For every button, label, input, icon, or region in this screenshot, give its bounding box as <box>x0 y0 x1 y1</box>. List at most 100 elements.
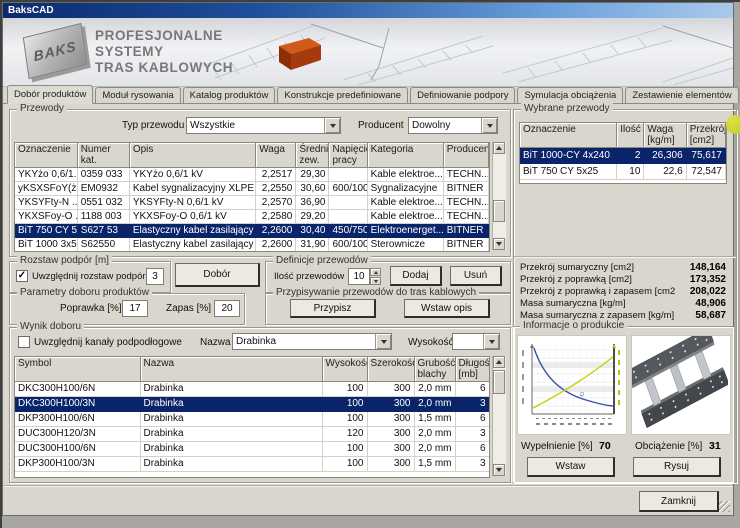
nazwa-select[interactable]: Drabinka <box>232 333 392 350</box>
definicje-legend: Definicje przewodów <box>273 255 371 266</box>
table-row[interactable]: DKP300H100/3NDrabinka1003001,5 mm3 <box>15 457 489 472</box>
przypisz-button[interactable]: Przypisz <box>290 299 376 318</box>
stat-label: Przekrój sumaryczny [cm2] <box>520 262 634 273</box>
table-row[interactable]: DUC300H120/3NDrabinka1203002,0 mm3 <box>15 427 489 442</box>
tab-modul-rysowania[interactable]: Moduł rysowania <box>95 87 180 103</box>
table-row[interactable]: DKC300H100/3NDrabinka1003002,0 mm3 <box>15 397 489 412</box>
column-header[interactable]: Napięcie pracy <box>329 143 367 168</box>
scroll-up-icon[interactable] <box>493 356 505 368</box>
usun-button[interactable]: Usuń <box>450 266 502 286</box>
wysokosc-select[interactable] <box>452 333 500 350</box>
spinner-down-icon[interactable] <box>370 277 381 285</box>
column-header[interactable]: Wysokość <box>322 357 367 382</box>
table-cell: TECHN... <box>443 196 488 210</box>
column-header[interactable]: Kategoria <box>367 143 443 168</box>
column-header[interactable]: Ilość <box>617 123 644 148</box>
product-chart: Q <box>517 335 627 435</box>
table-cell: 30,60 <box>296 182 329 196</box>
column-header[interactable]: Waga <box>256 143 296 168</box>
column-header[interactable]: Producent <box>443 143 488 168</box>
column-header[interactable]: Nazwa <box>140 357 322 382</box>
dobor-button[interactable]: Dobór <box>175 263 260 287</box>
tab-konstrukcje-predefiniowane[interactable]: Konstrukcje predefiniowane <box>277 87 408 103</box>
scrollbar-thumb[interactable] <box>493 200 505 222</box>
combo-value <box>453 334 483 349</box>
tab-dobor-produktow[interactable]: Dobór produktów <box>7 85 93 104</box>
column-header[interactable]: Przekrój [cm2] <box>686 123 725 148</box>
column-header[interactable]: Numer kat. <box>77 143 129 168</box>
column-header[interactable]: Oznaczenie <box>520 123 617 148</box>
producent-select[interactable]: Dowolny <box>408 117 498 134</box>
table-cell: TECHN... <box>443 210 488 224</box>
rozstaw-value-field[interactable] <box>146 268 164 285</box>
kanaly-checkbox[interactable] <box>18 336 30 348</box>
spinner-up-icon[interactable] <box>370 268 381 276</box>
table-row[interactable]: yKSXSFoY(ż...EM0932Kabel sygnalizacyjny … <box>15 182 489 196</box>
stat-label: Przekrój z poprawką i zapasem [cm2 <box>520 286 675 297</box>
przewody-legend: Przewody <box>17 103 67 114</box>
przewody-scrollbar[interactable] <box>492 142 506 250</box>
column-header[interactable]: Waga [kg/m] <box>644 123 686 148</box>
column-header[interactable]: Oznaczenie <box>15 143 77 168</box>
column-header[interactable]: Symbol <box>15 357 140 382</box>
informacje-legend: Informacje o produkcie <box>520 320 627 331</box>
table-row[interactable]: YKYżo 0,6/1...0359 033YKYżo 0,6/1 kV2,25… <box>15 168 489 182</box>
table-row[interactable]: BiT 1000-CY 4x240226,30675,617 <box>520 148 726 164</box>
ilosc-przewodow-field[interactable] <box>348 268 370 285</box>
table-row[interactable]: YKSYFty-N ...0551 032YKSYFty-N 0,6/1 kV2… <box>15 196 489 210</box>
check-icon: ✓ <box>18 270 26 281</box>
tab-zestawienie-elementow[interactable]: Zestawienie elementów <box>625 87 738 103</box>
dodaj-button[interactable]: Dodaj <box>390 266 442 286</box>
rozstaw-checkbox[interactable]: ✓ <box>16 270 28 282</box>
chevron-down-icon[interactable] <box>375 334 391 349</box>
wstaw-button[interactable]: Wstaw <box>527 457 615 477</box>
stat-value: 173,352 <box>690 274 726 285</box>
table-cell: 2,2550 <box>256 182 296 196</box>
table-cell: 72,547 <box>686 164 725 180</box>
wynik-scrollbar[interactable] <box>492 356 506 476</box>
poprawka-field[interactable] <box>122 300 148 317</box>
table-cell: Drabinka <box>140 397 322 412</box>
ilosc-przewodow-stepper[interactable] <box>370 268 381 285</box>
product-image <box>631 335 731 435</box>
wstaw-opis-button[interactable]: Wstaw opis <box>404 299 490 318</box>
chevron-down-icon[interactable] <box>324 118 340 133</box>
table-cell: Elastyczny kabel zasilający i ster... <box>129 238 255 252</box>
typ-przewodu-select[interactable]: Wszystkie <box>186 117 341 134</box>
chevron-down-icon[interactable] <box>483 334 499 349</box>
table-row[interactable]: BiT 750 CY 5x251022,672,547 <box>520 164 726 180</box>
stat-value: 208,022 <box>690 286 726 297</box>
tab-definiowanie-podpory[interactable]: Definiowanie podpory <box>410 87 515 103</box>
tab-symulacja-obciazenia[interactable]: Symulacja obciążenia <box>517 87 623 103</box>
table-cell: Kable elektroe... <box>367 210 443 224</box>
window-title-bar[interactable]: BaksCAD <box>3 3 733 18</box>
column-header[interactable]: Grubość blachy <box>414 357 455 382</box>
rysuj-button[interactable]: Rysuj <box>633 457 721 477</box>
table-cell: 0359 033 <box>77 168 129 182</box>
column-header[interactable]: Opis <box>129 143 255 168</box>
table-row[interactable]: BiT 750 CY 5...S627 53Elastyczny kabel z… <box>15 224 489 238</box>
resize-grip-icon[interactable] <box>719 501 730 512</box>
zamknij-button[interactable]: Zamknij <box>639 491 719 512</box>
tab-katalog-produktow[interactable]: Katalog produktów <box>183 87 276 103</box>
scroll-down-icon[interactable] <box>493 464 505 476</box>
column-header[interactable]: Średnica zew. <box>296 143 329 168</box>
wypelnienie-value: 70 <box>599 440 611 452</box>
zapas-field[interactable] <box>214 300 240 317</box>
scrollbar-thumb[interactable] <box>493 370 505 394</box>
scroll-down-icon[interactable] <box>493 238 505 250</box>
chevron-down-icon[interactable] <box>481 118 497 133</box>
table-row[interactable]: YKXSFoy-O ...1188 003YKXSFoy-O 0,6/1 kV2… <box>15 210 489 224</box>
column-header[interactable]: Szerokość <box>367 357 414 382</box>
scroll-up-icon[interactable] <box>493 142 505 154</box>
zapas-label: Zapas [%] <box>166 303 211 314</box>
table-row[interactable]: BiT 1000 3x50S62550Elastyczny kabel zasi… <box>15 238 489 252</box>
table-cell: DKC300H100/6N <box>15 382 140 397</box>
column-header[interactable]: Długość [mb] <box>455 357 489 382</box>
table-row[interactable]: DKP300H100/6NDrabinka1003001,5 mm6 <box>15 412 489 427</box>
table-row[interactable]: DKC300H100/6NDrabinka1003002,0 mm6 <box>15 382 489 397</box>
wynik-legend: Wynik doboru <box>17 321 84 332</box>
table-row[interactable]: DUC300H100/6NDrabinka1003002,0 mm6 <box>15 442 489 457</box>
stat-label: Przekrój z poprawką [cm2] <box>520 274 632 285</box>
nazwa-label: Nazwa <box>200 337 231 348</box>
